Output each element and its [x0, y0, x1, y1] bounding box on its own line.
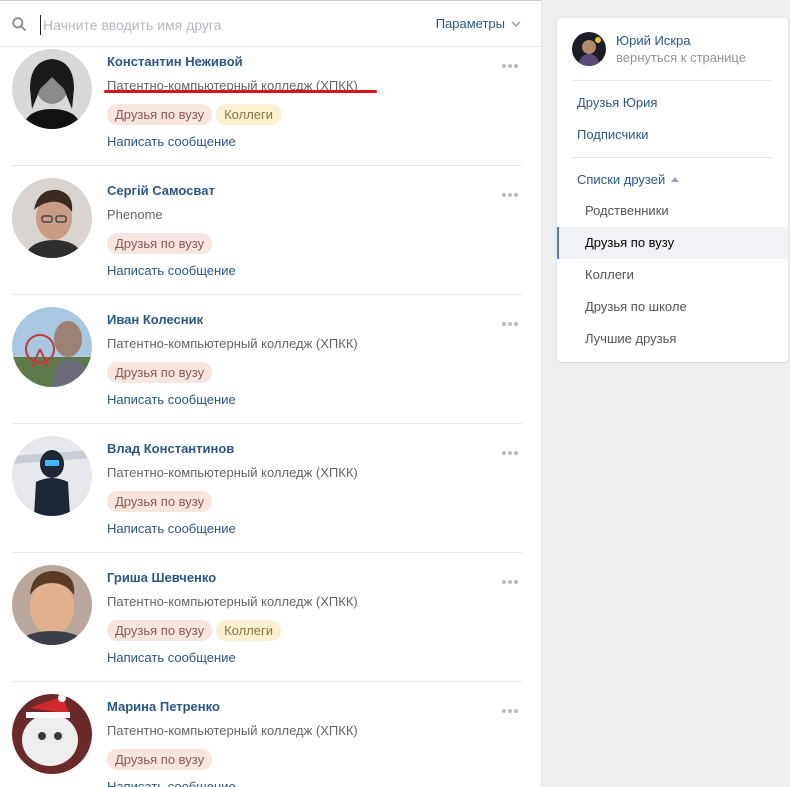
- avatar-photo-icon: [12, 565, 92, 645]
- tag-colleague[interactable]: Коллеги: [216, 104, 282, 125]
- divider: [572, 157, 772, 158]
- friend-row: Марина Петренко Патентно-компьютерный ко…: [12, 682, 522, 787]
- friend-name[interactable]: Гриша Шевченко: [107, 570, 216, 585]
- red-underline-annotation: [104, 90, 377, 93]
- write-message-link[interactable]: Написать сообщение: [107, 779, 236, 787]
- write-message-link[interactable]: Написать сообщение: [107, 263, 236, 278]
- friend-tags: Друзья по вузу Коллеги: [107, 104, 282, 125]
- friend-row: Сергій Самосват Phenome Друзья по вузу Н…: [12, 166, 522, 295]
- list-item-colleagues[interactable]: Коллеги: [557, 259, 788, 291]
- friend-tags: Друзья по вузу: [107, 749, 213, 770]
- sidebar-item-subscribers[interactable]: Подписчики: [577, 127, 649, 142]
- friend-lists-toggle[interactable]: Списки друзей: [577, 172, 680, 187]
- avatar-photo-icon: [12, 307, 92, 387]
- write-message-link[interactable]: Написать сообщение: [107, 392, 236, 407]
- chevron-down-icon: [511, 21, 521, 27]
- tag-uni[interactable]: Друзья по вузу: [107, 104, 213, 125]
- user-avatar[interactable]: [572, 32, 606, 66]
- friend-subtitle: Патентно-компьютерный колледж (ХПКК): [107, 723, 358, 738]
- avatar[interactable]: [12, 565, 92, 645]
- avatar-photo-icon: [12, 49, 92, 129]
- avatar[interactable]: [12, 178, 92, 258]
- friend-tags: Друзья по вузу Коллеги: [107, 620, 282, 641]
- friend-row: Влад Константинов Патентно-компьютерный …: [12, 424, 522, 553]
- friend-name[interactable]: Влад Константинов: [107, 441, 234, 456]
- friend-tags: Друзья по вузу: [107, 233, 213, 254]
- list-item-uni-friends[interactable]: Друзья по вузу: [557, 227, 788, 259]
- friend-name[interactable]: Иван Колесник: [107, 312, 203, 327]
- user-name-link[interactable]: Юрий Искра: [616, 33, 691, 48]
- friend-tags: Друзья по вузу: [107, 362, 213, 383]
- more-options-icon[interactable]: [501, 192, 519, 198]
- friends-sidebar: Юрий Искра вернуться к странице Друзья Ю…: [557, 18, 788, 362]
- list-item-school-friends[interactable]: Друзья по школе: [557, 291, 788, 323]
- friend-subtitle: Патентно-компьютерный колледж (ХПКК): [107, 594, 358, 609]
- avatar-photo-icon: [12, 694, 92, 774]
- caret-up-icon: [671, 177, 680, 182]
- avatar-photo-icon: [572, 32, 606, 66]
- friend-name[interactable]: Марина Петренко: [107, 699, 220, 714]
- more-options-icon[interactable]: [501, 579, 519, 585]
- friend-subtitle: Патентно-компьютерный колледж (ХПКК): [107, 465, 358, 480]
- tag-uni[interactable]: Друзья по вузу: [107, 491, 213, 512]
- write-message-link[interactable]: Написать сообщение: [107, 521, 236, 536]
- tag-uni[interactable]: Друзья по вузу: [107, 233, 213, 254]
- friend-row: Константин Неживой Патентно-компьютерный…: [12, 37, 522, 166]
- avatar-photo-icon: [12, 436, 92, 516]
- list-item-relatives[interactable]: Родственники: [557, 195, 788, 227]
- more-options-icon[interactable]: [501, 450, 519, 456]
- sidebar-item-user-friends[interactable]: Друзья Юрия: [577, 95, 657, 110]
- params-label: Параметры: [435, 16, 505, 31]
- avatar[interactable]: [12, 436, 92, 516]
- divider: [572, 80, 772, 81]
- write-message-link[interactable]: Написать сообщение: [107, 134, 236, 149]
- friend-subtitle: Phenome: [107, 207, 163, 222]
- avatar[interactable]: [12, 307, 92, 387]
- avatar[interactable]: [12, 694, 92, 774]
- more-options-icon[interactable]: [501, 708, 519, 714]
- list-item-best-friends[interactable]: Лучшие друзья: [557, 323, 788, 355]
- friend-tags: Друзья по вузу: [107, 491, 213, 512]
- avatar-photo-icon: [12, 178, 92, 258]
- friend-lists-label: Списки друзей: [577, 172, 666, 187]
- search-input[interactable]: [40, 15, 400, 35]
- write-message-link[interactable]: Написать сообщение: [107, 650, 236, 665]
- tag-uni[interactable]: Друзья по вузу: [107, 362, 213, 383]
- friend-row: Иван Колесник Патентно-компьютерный колл…: [12, 295, 522, 424]
- more-options-icon[interactable]: [501, 63, 519, 69]
- friend-name[interactable]: Сергій Самосват: [107, 183, 215, 198]
- tag-uni[interactable]: Друзья по вузу: [107, 749, 213, 770]
- friend-name[interactable]: Константин Неживой: [107, 54, 243, 69]
- tag-colleague[interactable]: Коллеги: [216, 620, 282, 641]
- friend-row: Гриша Шевченко Патентно-компьютерный кол…: [12, 553, 522, 682]
- back-to-page-link[interactable]: вернуться к странице: [616, 50, 746, 65]
- params-button[interactable]: Параметры: [436, 16, 521, 31]
- search-icon: [12, 17, 26, 31]
- tag-uni[interactable]: Друзья по вузу: [107, 620, 213, 641]
- avatar[interactable]: [12, 49, 92, 129]
- friend-subtitle: Патентно-компьютерный колледж (ХПКК): [107, 336, 358, 351]
- more-options-icon[interactable]: [501, 321, 519, 327]
- friends-list-panel: Параметры Константин Неживой Патентно-ко…: [0, 0, 542, 787]
